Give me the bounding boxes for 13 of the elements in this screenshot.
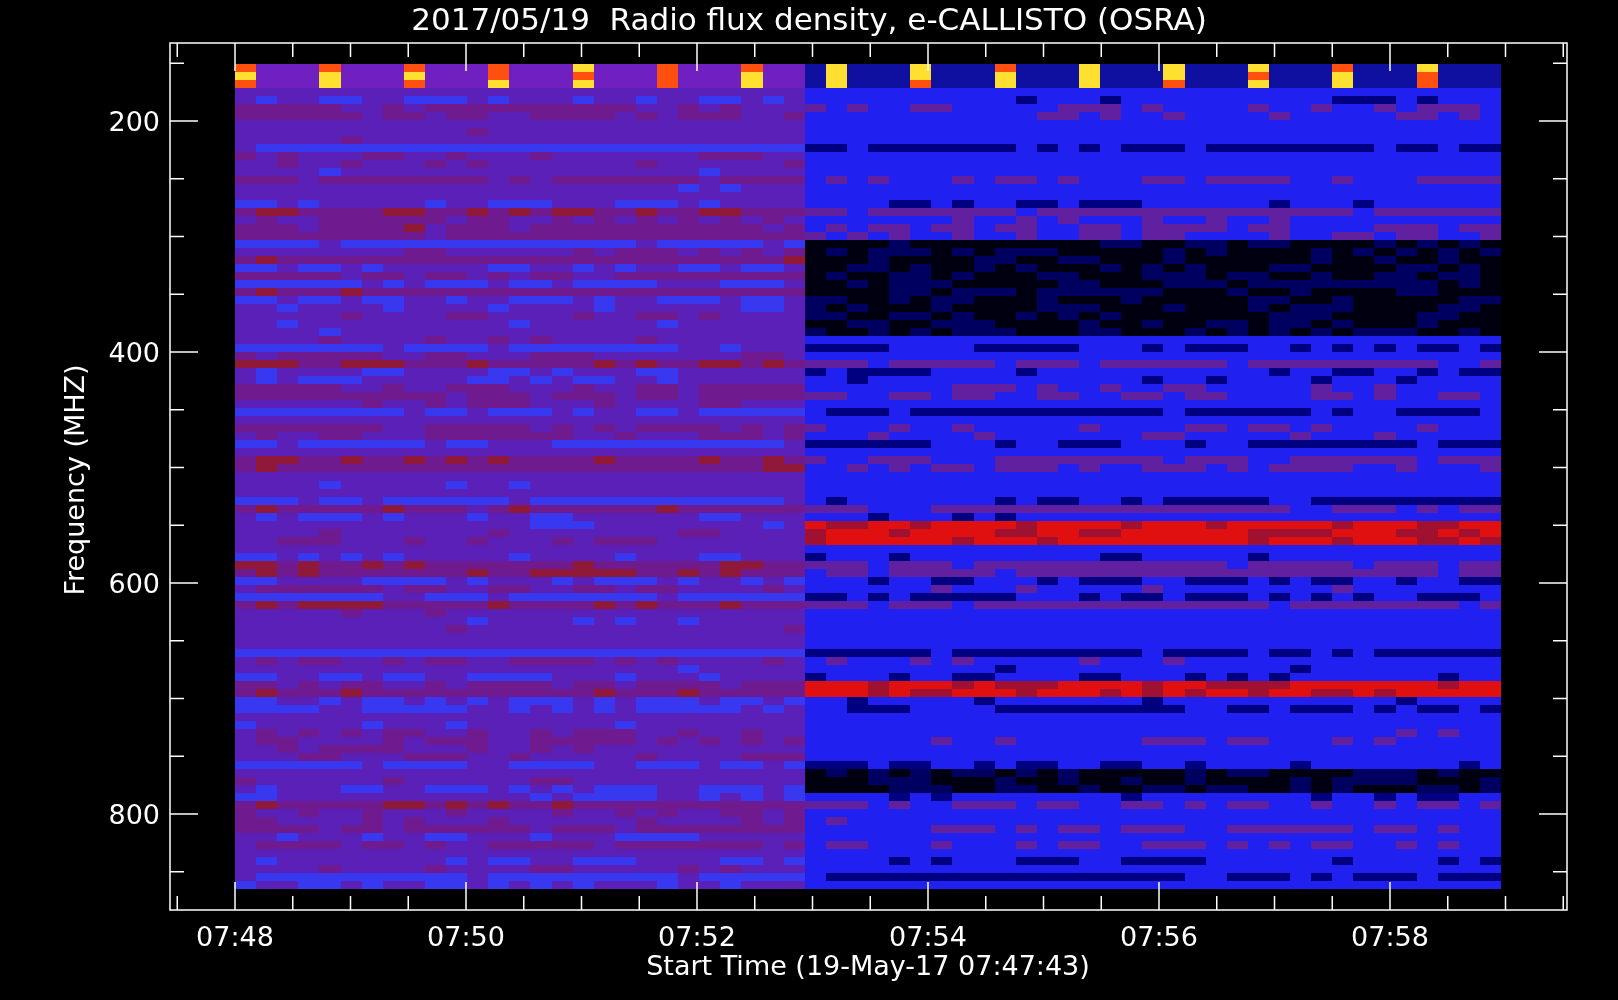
y-tick-label: 400	[108, 337, 160, 368]
y-tick-label: 800	[108, 799, 160, 830]
chart-title: 2017/05/19 Radio flux density, e-CALLISTO (OSRA)	[411, 1, 1207, 37]
x-tick-label: 07:58	[1351, 921, 1429, 952]
y-axis-label: Frequency (MHZ)	[59, 364, 90, 596]
x-tick-label: 07:56	[1120, 921, 1198, 952]
x-tick-label: 07:50	[427, 921, 505, 952]
x-tick-label: 07:54	[889, 921, 967, 952]
y-tick-label: 600	[108, 568, 160, 599]
y-tick-label: 200	[108, 106, 160, 137]
x-axis-label: Start Time (19-May-17 07:47:43)	[646, 950, 1090, 981]
x-tick-label: 07:48	[196, 921, 274, 952]
x-tick-label: 07:52	[658, 921, 736, 952]
